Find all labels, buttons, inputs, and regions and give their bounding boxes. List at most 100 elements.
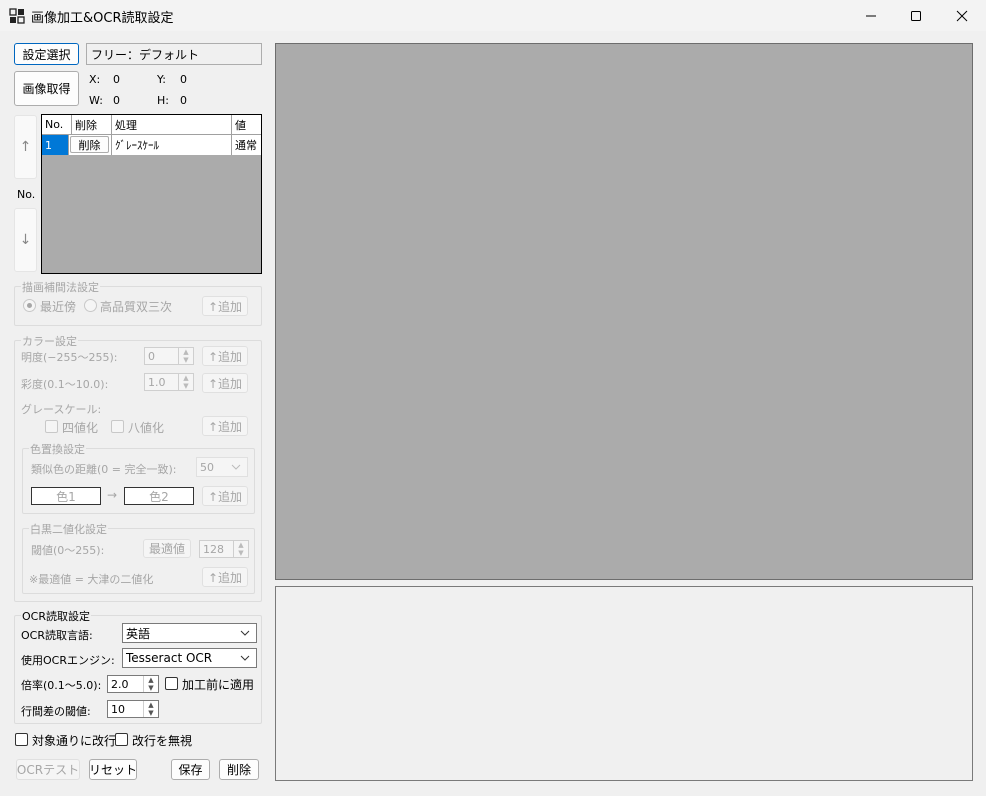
move-up-button[interactable]: ↑ [14, 115, 37, 179]
spin-up-icon[interactable]: ▲ [179, 348, 193, 356]
oct-checkbox[interactable] [111, 420, 124, 433]
line-gap-spinner[interactable]: 10 ▲ ▼ [107, 700, 159, 718]
ocr-language-label: OCR読取言語: [21, 629, 93, 642]
spin-down-icon[interactable]: ▼ [144, 709, 158, 717]
quad-label: 四値化 [62, 421, 99, 435]
color2-box[interactable]: 色2 [124, 487, 194, 505]
spin-down-icon[interactable]: ▼ [179, 382, 193, 390]
column-header-no[interactable]: No. [42, 115, 72, 134]
oct-label: 八値化 [128, 421, 165, 435]
ocr-language-value: 英語 [126, 626, 151, 641]
delete-button[interactable]: 削除 [219, 759, 259, 780]
row-no-cell[interactable]: 1 [42, 135, 69, 155]
brightness-add-button[interactable]: ↑追加 [202, 346, 248, 366]
chevron-down-icon [231, 464, 241, 470]
color-arrow: → [107, 488, 118, 502]
brightness-spinner[interactable]: 0 ▲ ▼ [144, 347, 194, 365]
color1-box[interactable]: 色1 [31, 487, 101, 505]
column-header-delete[interactable]: 削除 [72, 115, 112, 134]
radio-nearest[interactable] [23, 299, 36, 312]
optimal-threshold-button[interactable]: 最適値 [143, 539, 191, 558]
y-label: Y: [157, 73, 166, 86]
spin-up-icon[interactable]: ▲ [144, 676, 158, 684]
w-value: 0 [113, 94, 120, 107]
spin-down-icon[interactable]: ▼ [144, 684, 158, 692]
row-delete-cell: 削除 [69, 135, 112, 155]
scale-spinner[interactable]: 2.0 ▲ ▼ [107, 675, 159, 693]
order-no-label: No. [17, 188, 36, 201]
saturation-add-button[interactable]: ↑追加 [202, 373, 248, 393]
spin-down-icon[interactable]: ▼ [234, 549, 248, 557]
y-value: 0 [180, 73, 187, 86]
color-replace-title: 色置換設定 [29, 441, 86, 457]
select-setting-button[interactable]: 設定選択 [14, 43, 79, 65]
spin-up-icon[interactable]: ▲ [179, 374, 193, 382]
threshold-label: 閾値(0〜255): [31, 544, 105, 557]
chevron-down-icon [240, 655, 250, 661]
grayscale-label: グレースケール: [21, 403, 102, 416]
binarize-add-button[interactable]: ↑追加 [202, 567, 248, 587]
threshold-spinner[interactable]: 128 ▲ ▼ [199, 540, 249, 558]
capture-image-button[interactable]: 画像取得 [14, 71, 79, 106]
ocr-settings-title: OCR読取設定 [21, 608, 91, 624]
brightness-label: 明度(−255〜255): [21, 351, 118, 364]
saturation-label: 彩度(0.1〜10.0): [21, 378, 109, 391]
scale-value: 2.0 [111, 678, 129, 691]
otsu-note: ※最適値 = 大津の二値化 [29, 573, 154, 586]
ocr-language-select[interactable]: 英語 [122, 623, 257, 643]
newline-per-target-label: 対象通りに改行 [32, 734, 117, 748]
ocr-test-button[interactable]: OCRテスト [16, 759, 80, 780]
setting-name-field: フリー：デフォルト [86, 43, 262, 65]
reset-button[interactable]: リセット [89, 759, 137, 780]
spin-up-icon[interactable]: ▲ [234, 541, 248, 549]
distance-select[interactable]: 50 [196, 457, 248, 477]
quad-checkbox[interactable] [45, 420, 58, 433]
maximize-button[interactable] [893, 0, 939, 31]
color-settings-title: カラー設定 [21, 333, 78, 349]
line-gap-label: 行間差の閾値: [21, 705, 91, 718]
process-steps-table[interactable]: No. 削除 処理 値 1 削除 ｸﾞﾚｰｽｹｰﾙ 通常 [41, 114, 262, 274]
row-delete-button[interactable]: 削除 [70, 136, 109, 153]
line-gap-value: 10 [111, 703, 125, 716]
move-down-button[interactable]: ↓ [14, 208, 37, 272]
h-value: 0 [180, 94, 187, 107]
row-process-cell[interactable]: ｸﾞﾚｰｽｹｰﾙ [112, 135, 232, 155]
spin-up-icon[interactable]: ▲ [144, 701, 158, 709]
grayscale-add-button[interactable]: ↑追加 [202, 416, 248, 436]
save-button[interactable]: 保存 [171, 759, 210, 780]
column-header-value[interactable]: 値 [232, 115, 261, 134]
threshold-value: 128 [203, 543, 224, 556]
ignore-newline-label: 改行を無視 [132, 734, 193, 748]
chevron-down-icon [240, 630, 250, 636]
color-replace-add-button[interactable]: ↑追加 [202, 486, 248, 506]
distance-label: 類似色の距離(0 = 完全一致): [31, 463, 177, 476]
saturation-spinner[interactable]: 1.0 ▲ ▼ [144, 373, 194, 391]
radio-bicubic-label: 高品質双三次 [100, 300, 173, 314]
image-preview[interactable] [275, 43, 973, 580]
ocr-result-textarea[interactable] [275, 586, 973, 781]
interpolation-add-button[interactable]: ↑追加 [202, 296, 248, 316]
ocr-engine-label: 使用OCRエンジン: [21, 654, 115, 667]
h-label: H: [157, 94, 169, 107]
radio-bicubic[interactable] [84, 299, 97, 312]
scale-label: 倍率(0.1〜5.0): [21, 679, 102, 692]
window-title: 画像加工&OCR読取設定 [31, 11, 174, 26]
ignore-newline-checkbox[interactable] [115, 733, 128, 746]
row-value-cell[interactable]: 通常 [232, 135, 261, 155]
saturation-value: 1.0 [148, 376, 166, 389]
radio-nearest-label: 最近傍 [40, 300, 77, 314]
brightness-value: 0 [148, 350, 155, 363]
close-button[interactable] [939, 0, 985, 31]
table-header: No. 削除 処理 値 [42, 115, 261, 135]
newline-per-target-checkbox[interactable] [15, 733, 28, 746]
column-header-process[interactable]: 処理 [112, 115, 232, 134]
interpolation-group-title: 描画補間法設定 [21, 279, 100, 295]
ocr-engine-select[interactable]: Tesseract OCR [122, 648, 257, 668]
minimize-button[interactable] [848, 0, 894, 31]
apply-before-checkbox[interactable] [165, 677, 178, 690]
close-icon [956, 10, 968, 21]
table-row[interactable]: 1 削除 ｸﾞﾚｰｽｹｰﾙ 通常 [42, 135, 261, 155]
ocr-engine-value: Tesseract OCR [126, 651, 213, 665]
w-label: W: [89, 94, 103, 107]
spin-down-icon[interactable]: ▼ [179, 356, 193, 364]
